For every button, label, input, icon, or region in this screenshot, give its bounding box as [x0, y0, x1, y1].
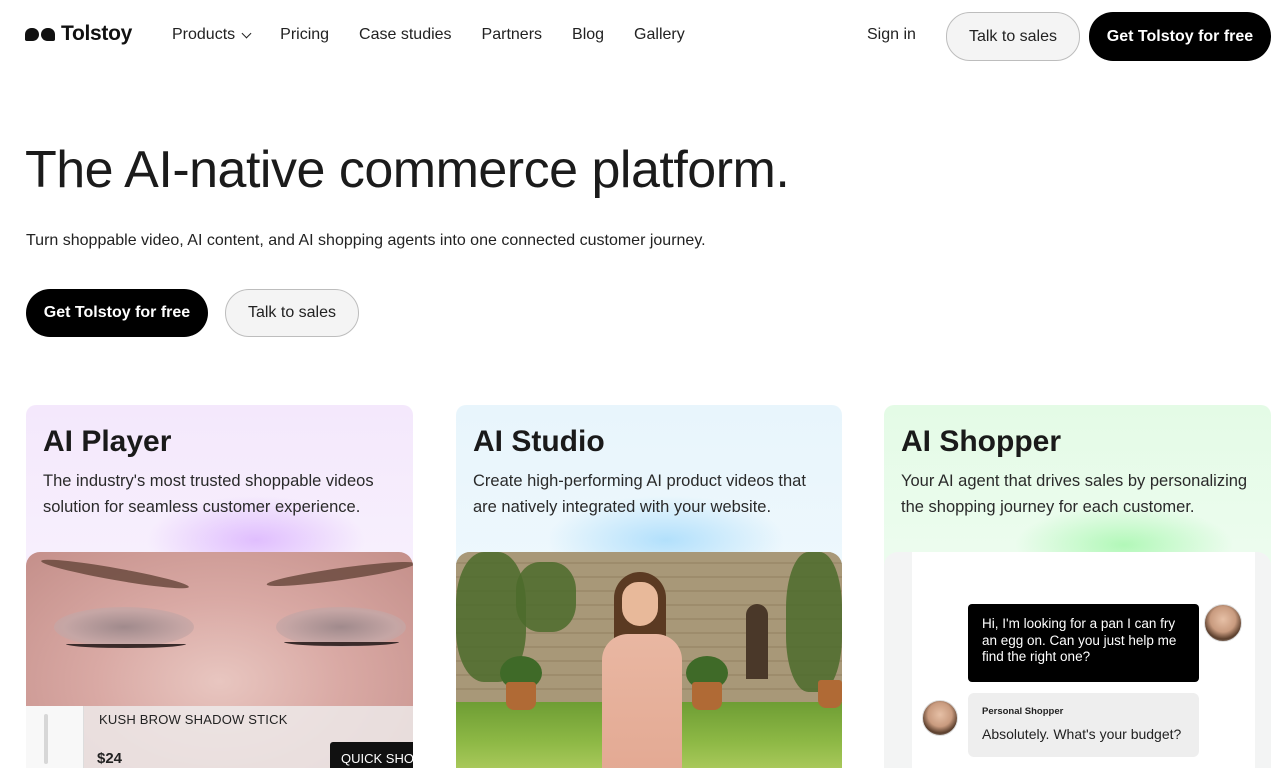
hero-get-free-button[interactable]: Get Tolstoy for free — [26, 289, 208, 337]
card-title: AI Studio — [473, 425, 605, 458]
user-message-bubble: Hi, I'm looking for a pan I can fry an e… — [968, 604, 1199, 682]
brand-name: Tolstoy — [61, 22, 133, 45]
nav-link-products-label: Products — [172, 26, 236, 43]
hero-title: The AI-native commerce platform. — [25, 141, 790, 199]
hero-subtitle: Turn shoppable video, AI content, and AI… — [26, 232, 706, 249]
plant-pot — [818, 680, 842, 708]
top-navigation: Tolstoy Products Pricing Case studies Pa… — [0, 0, 1280, 72]
shopper-avatar — [922, 700, 958, 736]
model-outfit — [602, 634, 682, 768]
plant-pot — [692, 682, 722, 710]
plant-pot — [506, 682, 536, 710]
ai-studio-video[interactable] — [456, 552, 842, 768]
chevron-down-icon — [241, 28, 252, 38]
card-description: Create high-performing AI product videos… — [473, 472, 806, 516]
card-title: AI Player — [43, 425, 172, 458]
eyelash-right — [284, 638, 399, 646]
card-description: Your AI agent that drives sales by perso… — [901, 472, 1248, 516]
nav-link-gallery[interactable]: Gallery — [634, 26, 685, 44]
card-ai-studio[interactable]: AI Studio Create high-performing AI prod… — [456, 405, 842, 768]
ivy-right — [786, 552, 842, 692]
card-ai-player[interactable]: AI Player The industry's most trusted sh… — [26, 405, 413, 768]
nav-link-partners[interactable]: Partners — [482, 26, 542, 44]
nav-link-blog[interactable]: Blog — [572, 26, 604, 44]
logo-icon — [25, 27, 55, 41]
user-avatar — [1204, 604, 1242, 642]
card-description: The industry's most trusted shoppable vi… — [43, 472, 374, 516]
ivy-left-2 — [516, 562, 576, 632]
nav-get-free-button[interactable]: Get Tolstoy for free — [1089, 12, 1271, 61]
bot-message-bubble: Personal Shopper Absolutely. What's your… — [968, 693, 1199, 757]
doorway — [746, 604, 768, 679]
ai-shopper-chat: Hi, I'm looking for a pan I can fry an e… — [884, 552, 1271, 768]
quick-shop-button[interactable]: QUICK SHOP — [330, 742, 413, 768]
model-face — [622, 582, 658, 626]
ai-player-video[interactable]: KUSH BROW SHADOW STICK $24 QUICK SHOP — [26, 552, 413, 768]
product-overlay[interactable]: KUSH BROW SHADOW STICK $24 QUICK SHOP — [26, 706, 413, 768]
brand-logo[interactable]: Tolstoy — [25, 22, 132, 46]
product-price: $24 — [97, 750, 123, 767]
sign-in-link[interactable]: Sign in — [867, 26, 916, 44]
bot-message: Absolutely. What's your budget? — [982, 726, 1182, 742]
product-thumbnail — [26, 706, 84, 768]
nav-link-case-studies[interactable]: Case studies — [359, 26, 452, 44]
nav-link-products[interactable]: Products — [172, 26, 252, 44]
hero-talk-to-sales-button[interactable]: Talk to sales — [225, 289, 359, 337]
eyelash-left — [66, 640, 186, 648]
nav-links: Products Pricing Case studies Partners B… — [172, 26, 715, 44]
bot-label: Personal Shopper — [982, 706, 1064, 717]
product-name: KUSH BROW SHADOW STICK — [99, 712, 288, 727]
card-ai-shopper[interactable]: AI Shopper Your AI agent that drives sal… — [884, 405, 1271, 768]
card-title: AI Shopper — [901, 425, 1062, 458]
nav-talk-to-sales-button[interactable]: Talk to sales — [946, 12, 1080, 61]
nav-link-pricing[interactable]: Pricing — [280, 26, 329, 44]
